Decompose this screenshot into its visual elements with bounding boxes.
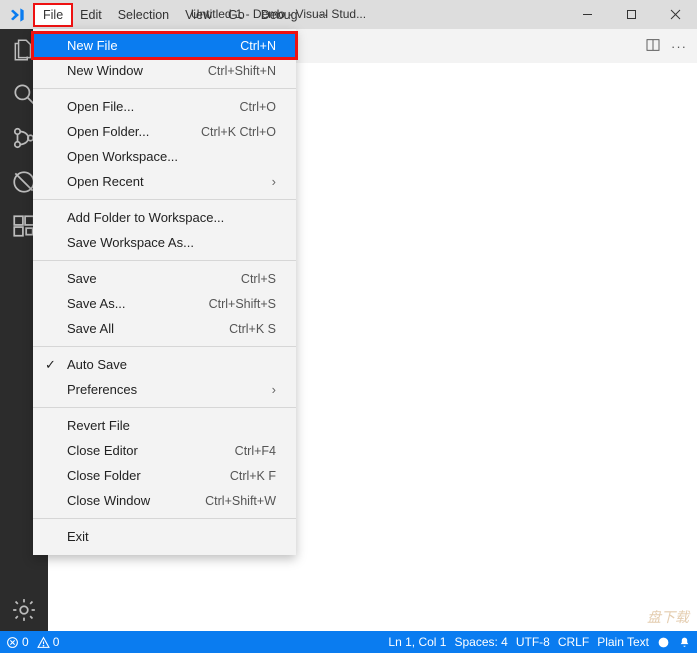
menu-file[interactable]: File	[34, 4, 72, 26]
menu-item-label: Save Workspace As...	[67, 235, 194, 250]
menu-separator	[33, 518, 296, 519]
menu-item-label: Close Editor	[67, 443, 138, 458]
menu-item-close-editor[interactable]: Close Editor Ctrl+F4	[33, 438, 296, 463]
menu-item-close-folder[interactable]: Close Folder Ctrl+K F	[33, 463, 296, 488]
menu-item-open-folder[interactable]: Open Folder... Ctrl+K Ctrl+O	[33, 119, 296, 144]
menu-item-label: Save All	[67, 321, 114, 336]
menu-edit[interactable]: Edit	[72, 4, 110, 26]
menubar: File Edit Selection View Go Debug ···	[34, 0, 338, 29]
menu-debug[interactable]: Debug	[253, 4, 306, 26]
menu-item-label: Auto Save	[67, 357, 127, 372]
menu-item-shortcut: Ctrl+Shift+N	[208, 64, 276, 78]
menu-item-shortcut: Ctrl+K F	[230, 469, 276, 483]
menu-item-auto-save[interactable]: ✓ Auto Save	[33, 352, 296, 377]
window-controls	[565, 0, 697, 29]
menu-item-preferences[interactable]: Preferences ›	[33, 377, 296, 402]
menu-item-shortcut: Ctrl+S	[241, 272, 276, 286]
menu-separator	[33, 260, 296, 261]
more-actions-icon[interactable]: ···	[671, 39, 687, 54]
menu-item-new-file[interactable]: New File Ctrl+N	[33, 33, 296, 58]
menu-item-label: Close Folder	[67, 468, 141, 483]
vscode-logo-icon	[0, 0, 34, 29]
status-feedback-icon[interactable]	[657, 636, 670, 649]
menu-item-label: Save As...	[67, 296, 126, 311]
watermark-text: 盘下载	[647, 607, 689, 627]
menu-item-label: Open Recent	[67, 174, 144, 189]
menu-item-shortcut: Ctrl+F4	[235, 444, 276, 458]
menu-item-label: Close Window	[67, 493, 150, 508]
menu-selection[interactable]: Selection	[110, 4, 177, 26]
menu-item-label: Exit	[67, 529, 89, 544]
status-errors[interactable]: 0	[6, 635, 29, 649]
menu-item-shortcut: Ctrl+Shift+W	[205, 494, 276, 508]
menu-view[interactable]: View	[177, 4, 220, 26]
menu-item-shortcut: Ctrl+N	[240, 39, 276, 53]
status-lang[interactable]: Plain Text	[597, 635, 649, 649]
menu-item-open-recent[interactable]: Open Recent ›	[33, 169, 296, 194]
menu-item-shortcut: Ctrl+K S	[229, 322, 276, 336]
menu-separator	[33, 407, 296, 408]
status-lncol[interactable]: Ln 1, Col 1	[388, 635, 446, 649]
close-button[interactable]	[653, 0, 697, 29]
chevron-right-icon: ›	[272, 174, 276, 189]
menu-separator	[33, 199, 296, 200]
menu-item-shortcut: Ctrl+Shift+S	[209, 297, 276, 311]
menu-item-label: New File	[67, 38, 118, 53]
file-menu-dropdown: New File Ctrl+N New Window Ctrl+Shift+N Open…	[33, 29, 296, 555]
status-warnings[interactable]: 0	[37, 635, 60, 649]
menu-separator	[33, 346, 296, 347]
menu-item-shortcut: Ctrl+O	[240, 100, 276, 114]
menu-overflow-icon[interactable]: ···	[306, 4, 339, 26]
menu-item-exit[interactable]: Exit	[33, 524, 296, 549]
split-editor-icon[interactable]	[645, 37, 661, 56]
menu-item-label: Revert File	[67, 418, 130, 433]
titlebar: File Edit Selection View Go Debug ··· Un…	[0, 0, 697, 29]
menu-item-shortcut: Ctrl+K Ctrl+O	[201, 125, 276, 139]
menu-item-label: New Window	[67, 63, 143, 78]
menu-separator	[33, 88, 296, 89]
menu-item-add-folder-to-workspace[interactable]: Add Folder to Workspace...	[33, 205, 296, 230]
menu-go[interactable]: Go	[220, 4, 253, 26]
chevron-right-icon: ›	[272, 382, 276, 397]
menu-item-open-workspace[interactable]: Open Workspace...	[33, 144, 296, 169]
menu-item-save[interactable]: Save Ctrl+S	[33, 266, 296, 291]
status-encoding[interactable]: UTF-8	[516, 635, 550, 649]
status-bell-icon[interactable]	[678, 636, 691, 649]
menu-item-save-all[interactable]: Save All Ctrl+K S	[33, 316, 296, 341]
menu-item-revert-file[interactable]: Revert File	[33, 413, 296, 438]
menu-item-open-file[interactable]: Open File... Ctrl+O	[33, 94, 296, 119]
menu-item-label: Open Workspace...	[67, 149, 178, 164]
menu-item-save-workspace-as[interactable]: Save Workspace As...	[33, 230, 296, 255]
minimize-button[interactable]	[565, 0, 609, 29]
menu-item-close-window[interactable]: Close Window Ctrl+Shift+W	[33, 488, 296, 513]
maximize-button[interactable]	[609, 0, 653, 29]
menu-item-label: Save	[67, 271, 97, 286]
status-spaces[interactable]: Spaces: 4	[454, 635, 507, 649]
menu-item-label: Open Folder...	[67, 124, 149, 139]
menu-item-new-window[interactable]: New Window Ctrl+Shift+N	[33, 58, 296, 83]
menu-item-label: Open File...	[67, 99, 134, 114]
menu-item-save-as[interactable]: Save As... Ctrl+Shift+S	[33, 291, 296, 316]
check-icon: ✓	[45, 357, 56, 373]
status-eol[interactable]: CRLF	[558, 635, 589, 649]
menu-item-label: Add Folder to Workspace...	[67, 210, 224, 225]
statusbar: 0 0 Ln 1, Col 1 Spaces: 4 UTF-8 CRLF Pla…	[0, 631, 697, 653]
menu-item-label: Preferences	[67, 382, 137, 397]
gear-icon[interactable]	[11, 597, 37, 623]
